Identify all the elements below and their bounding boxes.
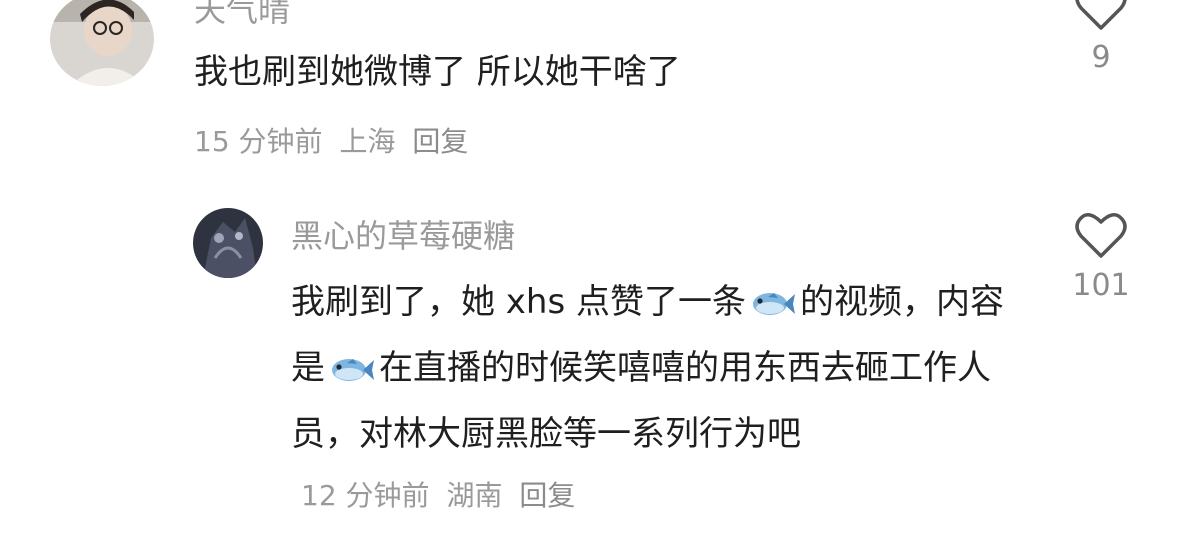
fish-emoji-icon	[750, 278, 796, 338]
comment-text: 我也刷到她微博了 所以她干啥了	[194, 52, 681, 92]
like-count: 9	[1091, 40, 1111, 75]
avatar[interactable]	[193, 208, 263, 278]
username[interactable]: 天气晴	[194, 0, 290, 30]
username[interactable]: 黑心的草莓硬糖	[291, 216, 515, 256]
like-button[interactable]: 101	[1066, 212, 1136, 303]
comment-time: 12 分钟前	[301, 479, 430, 512]
avatar[interactable]	[50, 0, 154, 86]
comment-text-part-3: 在直播的时候笑嘻嘻的用东西去砸工作人员，对林大厨黑脸等一系列行为吧	[291, 348, 991, 454]
heart-outline-icon	[1075, 0, 1127, 30]
comment-text-part-1: 我刷到了，她 xhs 点赞了一条	[291, 282, 746, 322]
comment-text: 我刷到了，她 xhs 点赞了一条 的视频，内容是 在直播的时候笑嘻嘻的用东西去砸…	[291, 272, 1011, 526]
comment-location: 湖南	[446, 479, 503, 512]
comment-time: 15 分钟前	[194, 125, 323, 158]
comment-meta: 12 分钟前 湖南 回复	[301, 479, 583, 512]
reply-button[interactable]: 回复	[519, 479, 575, 512]
comment-location: 上海	[339, 125, 396, 158]
fish-emoji-icon	[329, 344, 375, 404]
like-count: 101	[1072, 268, 1130, 303]
comment-meta: 15 分钟前 上海 回复	[194, 120, 476, 160]
reply-button[interactable]: 回复	[412, 125, 468, 158]
like-button[interactable]: 9	[1066, 0, 1136, 75]
heart-outline-icon	[1075, 213, 1127, 258]
